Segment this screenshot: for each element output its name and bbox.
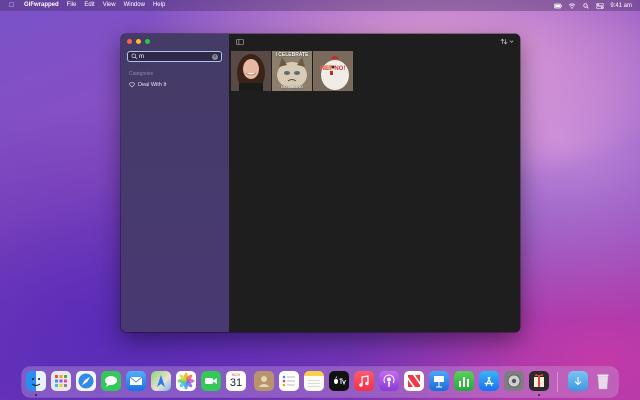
gif-woman-smiling[interactable]: [231, 51, 271, 91]
menu-help[interactable]: Help: [153, 0, 165, 11]
system-preferences-icon[interactable]: [504, 371, 524, 391]
dock: NOV 31: [22, 367, 618, 397]
app-store-icon[interactable]: [479, 371, 499, 391]
sidebar-toggle-icon[interactable]: [236, 39, 244, 45]
gif-chicken[interactable]: NET NO!: [313, 51, 353, 91]
sidebar-item-deal-with-it[interactable]: Deal With It: [129, 81, 166, 89]
mail-icon[interactable]: [126, 371, 146, 391]
sidebar: × Categories Deal With It: [121, 34, 229, 332]
gif-caption-bottom: NOT BEING: [280, 84, 304, 89]
gif-grid: I CELEBRATE NOT BEING NET NO!: [231, 51, 353, 91]
categories-heading: Categories: [129, 71, 154, 77]
gifwrapped-icon[interactable]: [529, 371, 549, 391]
sort-menu[interactable]: [500, 38, 514, 45]
zoom-button[interactable]: [145, 39, 150, 44]
photos-icon[interactable]: [176, 371, 196, 391]
gif-caption-top: I CELEBRATE: [275, 52, 309, 58]
apple-menu-icon[interactable]: : [9, 0, 17, 11]
music-icon[interactable]: [354, 371, 374, 391]
search-input[interactable]: [139, 52, 209, 61]
search-icon[interactable]: [582, 2, 590, 9]
control-center-icon[interactable]: [596, 2, 604, 9]
calendar-day: 31: [229, 377, 243, 389]
downloads-folder-icon[interactable]: [568, 371, 588, 391]
gif-caption: NET NO!: [320, 66, 346, 72]
contacts-icon[interactable]: [254, 371, 274, 391]
clear-search-icon[interactable]: ×: [212, 53, 218, 60]
heart-icon: [129, 82, 135, 88]
launchpad-icon[interactable]: [51, 371, 71, 391]
dock-separator: [557, 372, 558, 392]
sidebar-item-label: Deal With It: [138, 82, 167, 88]
running-indicator: [35, 394, 37, 396]
menu-window[interactable]: Window: [124, 0, 145, 11]
notes-icon[interactable]: [304, 371, 324, 391]
menu-bar:  GIFwrapped File Edit View Window Help …: [0, 0, 640, 11]
maps-icon[interactable]: [151, 371, 171, 391]
numbers-icon[interactable]: [454, 371, 474, 391]
podcasts-icon[interactable]: [379, 371, 399, 391]
woman-image: [231, 51, 271, 91]
window-controls: [127, 39, 150, 44]
messages-icon[interactable]: [101, 371, 121, 391]
reminders-icon[interactable]: [279, 371, 299, 391]
safari-icon[interactable]: [76, 371, 96, 391]
gif-grumpy-cat[interactable]: I CELEBRATE NOT BEING: [272, 51, 312, 91]
gif-browser: I CELEBRATE NOT BEING NET NO!: [229, 34, 520, 332]
minimize-button[interactable]: [136, 39, 141, 44]
keynote-icon[interactable]: [429, 371, 449, 391]
tv-icon[interactable]: [329, 371, 349, 391]
battery-icon[interactable]: [554, 3, 563, 9]
chevron-down-icon: [509, 40, 514, 43]
gifwrapped-window: × Categories Deal With It: [121, 34, 520, 332]
finder-icon[interactable]: [26, 371, 46, 391]
close-button[interactable]: [127, 39, 132, 44]
sort-icon: [500, 38, 508, 45]
menu-clock[interactable]: 9:41 am: [610, 3, 632, 9]
trash-icon[interactable]: [593, 371, 613, 391]
menu-edit[interactable]: Edit: [84, 0, 94, 11]
running-indicator: [538, 394, 540, 396]
wifi-icon[interactable]: [568, 2, 576, 9]
menu-file[interactable]: File: [67, 0, 77, 11]
news-icon[interactable]: [404, 371, 424, 391]
facetime-icon[interactable]: [201, 371, 221, 391]
magnifier-icon: [131, 53, 138, 60]
menu-view[interactable]: View: [103, 0, 116, 11]
menu-app-name[interactable]: GIFwrapped: [24, 0, 59, 11]
calendar-icon[interactable]: NOV 31: [226, 371, 246, 391]
search-field[interactable]: ×: [127, 51, 222, 62]
